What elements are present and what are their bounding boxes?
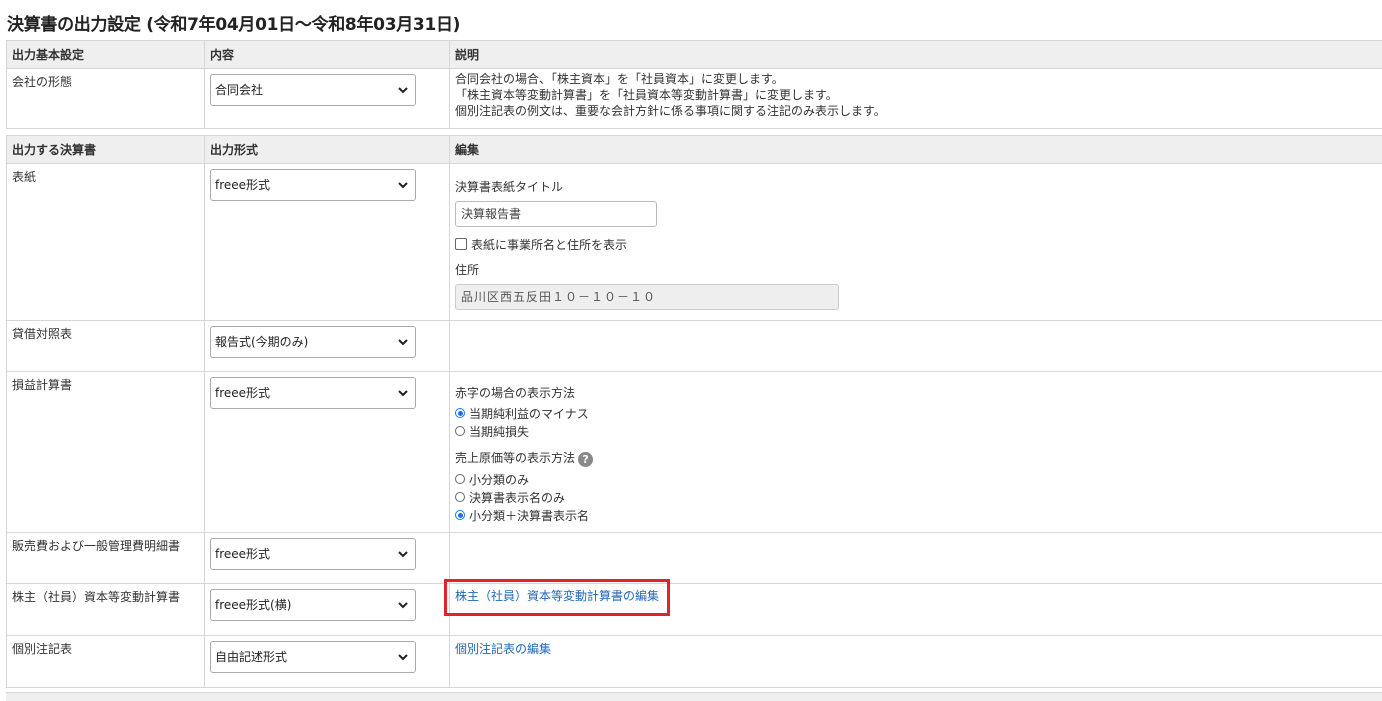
balance-sheet-edit-cell — [450, 321, 1382, 372]
address-label: 住所 — [455, 261, 1381, 278]
description-line: 「株主資本等変動計算書」を「社員資本等変動計算書」に変更します。 — [455, 87, 1381, 103]
highlight-box: 株主（社員）資本等変動計算書の編集 — [444, 579, 670, 616]
column-header: 説明 — [450, 41, 1382, 69]
cover-format-select[interactable]: freee形式 — [210, 169, 416, 201]
sga-label: 販売費および一般管理費明細書 — [7, 533, 205, 584]
basic-header-row: 出力基本設定 内容 説明 — [7, 41, 1382, 69]
equity-format-select[interactable]: freee形式(横) — [210, 589, 416, 621]
select-value: 合同会社 — [215, 83, 263, 97]
deficit-display-label: 赤字の場合の表示方法 — [455, 384, 1381, 401]
notes-edit-link[interactable]: 個別注記表の編集 — [455, 642, 551, 656]
deficit-option-net-loss[interactable]: 当期純損失 — [455, 422, 1381, 440]
column-header: 出力基本設定 — [7, 41, 205, 69]
cover-label: 表紙 — [7, 164, 205, 321]
address-input: 品川区西五反田１０－１０－１０ — [455, 284, 839, 310]
balance-sheet-row: 貸借対照表 報告式(今期のみ) — [7, 321, 1382, 372]
chevron-down-icon — [397, 170, 409, 200]
chevron-down-icon — [397, 539, 409, 569]
income-statement-format-cell: freee形式 — [205, 372, 450, 533]
equity-edit-link[interactable]: 株主（社員）資本等変動計算書の編集 — [455, 589, 659, 603]
income-statement-label: 損益計算書 — [7, 372, 205, 533]
chevron-down-icon — [397, 378, 409, 408]
notes-format-cell: 自由記述形式 — [205, 636, 450, 688]
radio-unselected[interactable] — [455, 492, 465, 502]
equity-edit-cell: 株主（社員）資本等変動計算書の編集 — [450, 584, 1382, 636]
notes-edit-cell: 個別注記表の編集 — [450, 636, 1382, 688]
sga-row: 販売費および一般管理費明細書 freee形式 — [7, 533, 1382, 584]
chevron-down-icon — [397, 642, 409, 672]
company-type-description: 合同会社の場合、「株主資本」を「社員資本」に変更します。 「株主資本等変動計算書… — [450, 69, 1382, 129]
radio-selected[interactable] — [455, 510, 465, 520]
radio-label: 決算書表示名のみ — [469, 489, 565, 506]
radio-label: 小分類のみ — [469, 471, 529, 488]
radio-label: 小分類＋決算書表示名 — [469, 507, 589, 524]
select-value: freee形式 — [215, 386, 270, 400]
basic-settings-table: 出力基本設定 内容 説明 会社の形態 合同会社 合同会社の場合、「株主資本」を「… — [6, 40, 1382, 129]
help-icon[interactable]: ? — [578, 452, 593, 467]
company-type-label: 会社の形態 — [7, 69, 205, 129]
show-address-checkbox[interactable]: 表紙に事業所名と住所を表示 — [455, 235, 1381, 253]
equity-row: 株主（社員）資本等変動計算書 freee形式(横) 株主（社員）資本等変動計算書… — [7, 584, 1382, 636]
chevron-down-icon — [397, 327, 409, 357]
cover-row: 表紙 freee形式 決算書表紙タイトル 決算報告書 表紙に事業所名と住所を表示… — [7, 164, 1382, 321]
notes-format-select[interactable]: 自由記述形式 — [210, 641, 416, 673]
checkbox-box[interactable] — [455, 238, 467, 250]
column-header: 内容 — [205, 41, 450, 69]
column-header: 編集 — [450, 136, 1382, 164]
sga-format-cell: freee形式 — [205, 533, 450, 584]
page-title: 決算書の出力設定 (令和7年04月01日～令和8年03月31日) — [7, 10, 460, 35]
cover-edit-cell: 決算書表紙タイトル 決算報告書 表紙に事業所名と住所を表示 住所 品川区西五反田… — [450, 164, 1382, 321]
cogs-display-heading: 売上原価等の表示方法? — [455, 449, 1381, 467]
radio-unselected[interactable] — [455, 426, 465, 436]
radio-selected[interactable] — [455, 408, 465, 418]
cover-format-cell: freee形式 — [205, 164, 450, 321]
balance-sheet-format-select[interactable]: 報告式(今期のみ) — [210, 326, 416, 358]
income-statement-format-select[interactable]: freee形式 — [210, 377, 416, 409]
cogs-display-label: 売上原価等の表示方法 — [455, 451, 575, 465]
cogs-option-both[interactable]: 小分類＋決算書表示名 — [455, 506, 1381, 524]
column-header: 出力形式 — [205, 136, 450, 164]
notes-label: 個別注記表 — [7, 636, 205, 688]
statements-table: 出力する決算書 出力形式 編集 表紙 freee形式 決算書表紙タイトル 決算報… — [6, 135, 1382, 688]
company-type-row: 会社の形態 合同会社 合同会社の場合、「株主資本」を「社員資本」に変更します。 … — [7, 69, 1382, 129]
deficit-option-negative-profit[interactable]: 当期純利益のマイナス — [455, 404, 1381, 422]
cover-title-input[interactable]: 決算報告書 — [455, 201, 657, 227]
select-value: freee形式 — [215, 178, 270, 192]
statements-header-row: 出力する決算書 出力形式 編集 — [7, 136, 1382, 164]
company-type-cell: 合同会社 — [205, 69, 450, 129]
income-statement-edit-cell: 赤字の場合の表示方法 当期純利益のマイナス 当期純損失 売上原価等の表示方法? … — [450, 372, 1382, 533]
select-value: 報告式(今期のみ) — [215, 335, 308, 349]
sga-format-select[interactable]: freee形式 — [210, 538, 416, 570]
cogs-option-subcategory[interactable]: 小分類のみ — [455, 470, 1381, 488]
balance-sheet-label: 貸借対照表 — [7, 321, 205, 372]
income-statement-row: 損益計算書 freee形式 赤字の場合の表示方法 当期純利益のマイナス 当期純損… — [7, 372, 1382, 533]
cogs-option-display-name[interactable]: 決算書表示名のみ — [455, 488, 1381, 506]
company-type-select[interactable]: 合同会社 — [210, 74, 416, 106]
radio-label: 当期純損失 — [469, 423, 529, 440]
notes-row: 個別注記表 自由記述形式 個別注記表の編集 — [7, 636, 1382, 688]
equity-format-cell: freee形式(横) — [205, 584, 450, 636]
radio-unselected[interactable] — [455, 474, 465, 484]
checkbox-label: 表紙に事業所名と住所を表示 — [471, 236, 627, 253]
cover-title-label: 決算書表紙タイトル — [455, 178, 1381, 195]
select-value: 自由記述形式 — [215, 650, 287, 664]
chevron-down-icon — [397, 590, 409, 620]
chevron-down-icon — [397, 75, 409, 105]
equity-label: 株主（社員）資本等変動計算書 — [7, 584, 205, 636]
balance-sheet-format-cell: 報告式(今期のみ) — [205, 321, 450, 372]
select-value: freee形式 — [215, 547, 270, 561]
description-line: 個別注記表の例文は、重要な会計方針に係る事項に関する注記のみ表示します。 — [455, 103, 1381, 119]
column-header: 出力する決算書 — [7, 136, 205, 164]
select-value: freee形式(横) — [215, 598, 291, 612]
radio-label: 当期純利益のマイナス — [469, 405, 589, 422]
description-line: 合同会社の場合、「株主資本」を「社員資本」に変更します。 — [455, 71, 1381, 87]
sga-edit-cell — [450, 533, 1382, 584]
